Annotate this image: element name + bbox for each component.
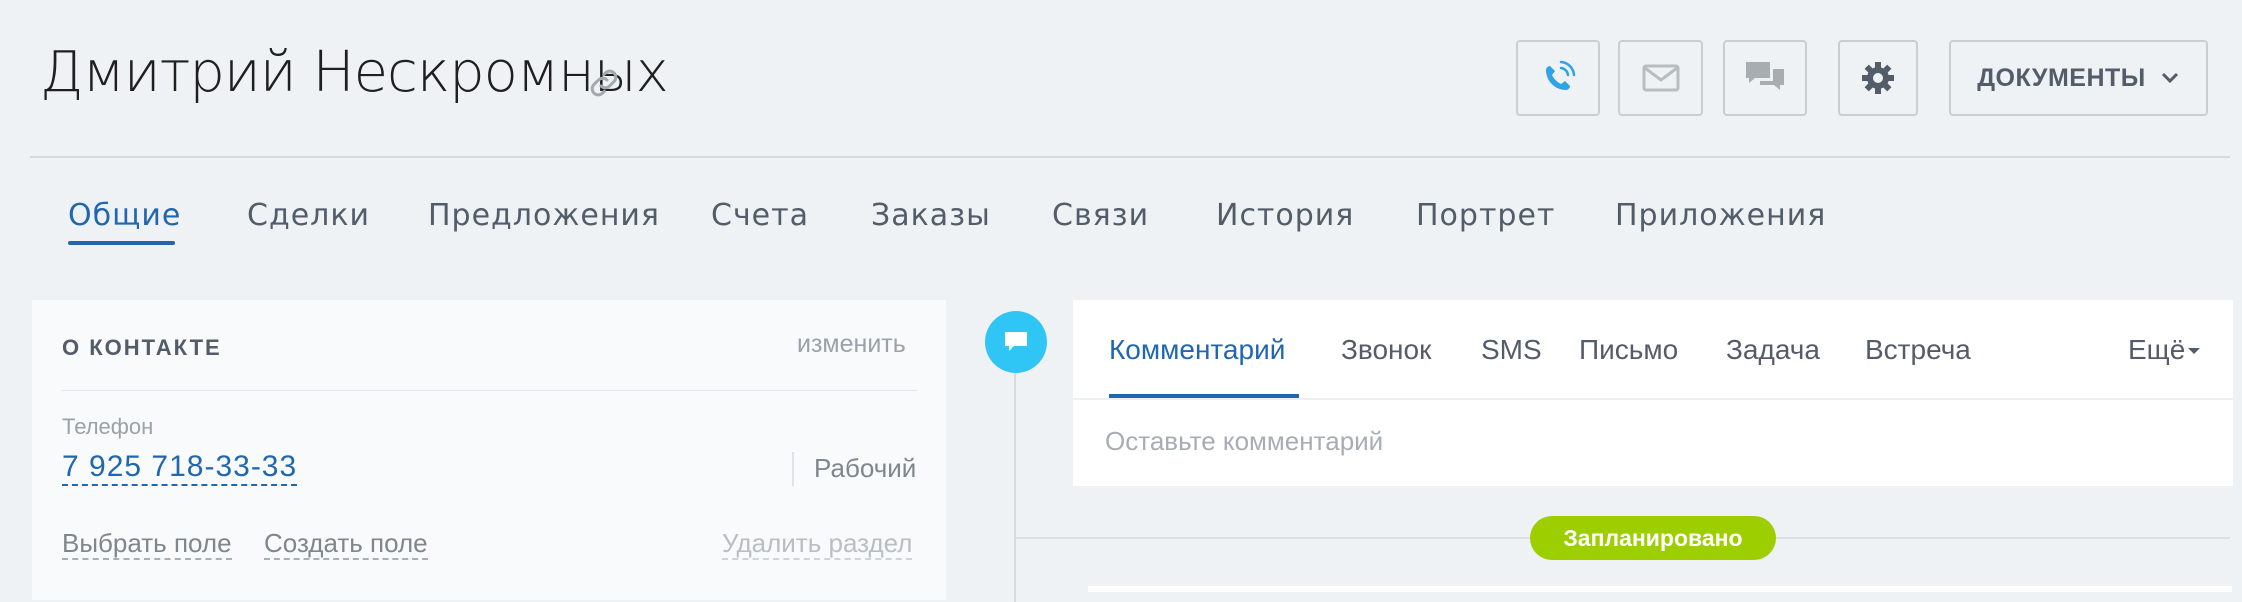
chat-button[interactable] bbox=[1723, 40, 1807, 116]
active-tab-indicator bbox=[68, 241, 175, 245]
comment-input[interactable]: Оставьте комментарий bbox=[1105, 426, 1383, 457]
status-badge: Запланировано bbox=[1530, 516, 1776, 560]
activity-editor bbox=[1073, 300, 2233, 486]
tab-deals[interactable]: Сделки bbox=[247, 198, 370, 233]
envelope-icon bbox=[1642, 64, 1679, 92]
gear-icon bbox=[1862, 62, 1894, 94]
more-caret-icon bbox=[2188, 348, 2200, 354]
card-divider bbox=[62, 390, 917, 391]
call-button[interactable] bbox=[1516, 40, 1600, 116]
phone-type: Рабочий bbox=[814, 453, 917, 483]
comment-icon bbox=[1005, 332, 1027, 351]
tab-relations[interactable]: Связи bbox=[1052, 198, 1149, 233]
email-button[interactable] bbox=[1618, 40, 1703, 116]
phone-call-icon bbox=[1546, 60, 1576, 90]
tab-general[interactable]: Общие bbox=[68, 198, 181, 233]
editor-active-tab-indicator bbox=[1109, 394, 1299, 398]
phone-separator bbox=[792, 452, 794, 486]
phone-label: Телефон bbox=[62, 414, 154, 439]
tab-orders[interactable]: Заказы bbox=[871, 198, 991, 233]
tab-applications[interactable]: Приложения bbox=[1615, 198, 1826, 233]
timeline-item-card bbox=[1088, 586, 2232, 592]
header-divider bbox=[30, 156, 2230, 158]
chat-bubbles-icon bbox=[1746, 62, 1784, 90]
tab-invoices[interactable]: Счета bbox=[711, 198, 809, 233]
timeline-comment-badge bbox=[985, 311, 1047, 373]
editor-tab-call[interactable]: Звонок bbox=[1341, 334, 1431, 366]
editor-tab-email[interactable]: Письмо bbox=[1579, 334, 1678, 366]
status-badge-label: Запланировано bbox=[1563, 524, 1743, 551]
editor-tab-sms[interactable]: SMS bbox=[1481, 334, 1542, 366]
delete-section-link[interactable]: Удалить раздел bbox=[722, 528, 913, 560]
editor-tab-comment[interactable]: Комментарий bbox=[1109, 334, 1285, 366]
documents-button-label: ДОКУМЕНТЫ bbox=[1977, 63, 2146, 92]
create-field-link[interactable]: Создать поле bbox=[264, 528, 428, 560]
settings-button[interactable] bbox=[1838, 40, 1918, 116]
timeline-line bbox=[1014, 342, 1016, 602]
editor-tabs-divider bbox=[1073, 398, 2233, 400]
select-field-link[interactable]: Выбрать поле bbox=[62, 528, 232, 560]
phone-number-link[interactable]: 7 925 718-33-33 bbox=[62, 450, 298, 486]
tab-history[interactable]: История bbox=[1216, 198, 1354, 233]
editor-tab-more[interactable]: Ещё bbox=[2128, 334, 2185, 366]
editor-tab-meeting[interactable]: Встреча bbox=[1865, 334, 1971, 366]
tab-portrait[interactable]: Портрет bbox=[1416, 198, 1555, 233]
edit-contact-link[interactable]: изменить bbox=[797, 330, 906, 359]
link-icon[interactable] bbox=[586, 65, 622, 101]
documents-button[interactable]: ДОКУМЕНТЫ bbox=[1949, 40, 2208, 116]
chevron-down-icon bbox=[2161, 72, 2178, 84]
editor-tab-task[interactable]: Задача bbox=[1726, 334, 1820, 366]
contact-card-title: О КОНТАКТЕ bbox=[62, 335, 222, 360]
tab-quotes[interactable]: Предложения bbox=[428, 198, 660, 233]
page-title: Дмитрий Нескромных bbox=[40, 40, 669, 105]
